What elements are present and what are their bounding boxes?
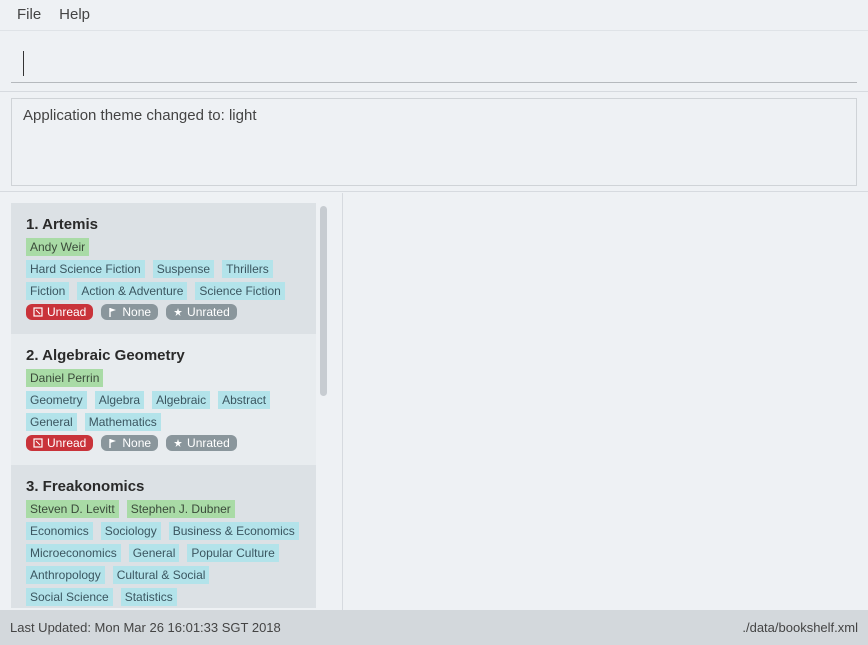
book-list-panel: 1. Artemis Andy Weir Hard Science Fictio… — [0, 193, 343, 610]
book-card[interactable]: 1. Artemis Andy Weir Hard Science Fictio… — [11, 203, 316, 334]
author-badge: Steven D. Levitt — [26, 500, 119, 518]
priority-badge: None — [101, 435, 159, 451]
book-title: 2. Algebraic Geometry — [26, 347, 185, 364]
category-row: Geometry Algebra Algebraic Abstract Gene… — [26, 391, 301, 431]
category-tag: Hard Science Fiction — [26, 260, 145, 278]
category-tag: Fiction — [26, 282, 70, 300]
rating-badge: Unrated — [166, 435, 237, 451]
rating-label: Unrated — [187, 436, 230, 450]
command-input[interactable] — [11, 44, 857, 83]
author-badge: Daniel Perrin — [26, 369, 104, 387]
flag-icon — [109, 439, 117, 448]
star-icon — [174, 308, 183, 316]
flag-icon — [109, 308, 117, 317]
category-tag: Economics — [26, 522, 93, 540]
read-status-label: Unread — [47, 436, 87, 450]
menu-file[interactable]: File — [8, 0, 50, 30]
category-tag: General — [26, 413, 77, 431]
category-tag: Microeconomics — [26, 544, 121, 562]
menu-bar: File Help — [0, 0, 868, 30]
menu-help[interactable]: Help — [50, 0, 99, 30]
last-updated-text: Last Updated: Mon Mar 26 16:01:33 SGT 20… — [10, 620, 281, 635]
result-display: Application theme changed to: light — [0, 92, 868, 192]
status-bar: Last Updated: Mon Mar 26 16:01:33 SGT 20… — [0, 610, 868, 645]
category-tag: Science Fiction — [195, 282, 285, 300]
file-path-text: ./data/bookshelf.xml — [742, 620, 858, 635]
category-row: Economics Sociology Business & Economics… — [26, 522, 301, 606]
category-tag: Algebra — [94, 391, 145, 409]
status-row: Unread None Unrated — [26, 435, 301, 451]
book-detail-panel — [344, 193, 868, 610]
category-tag: Thrillers — [222, 260, 273, 278]
category-tag: Business & Economics — [168, 522, 299, 540]
priority-label: None — [122, 436, 152, 450]
category-tag: Statistics — [120, 588, 177, 606]
category-tag: Mathematics — [84, 413, 161, 431]
book-icon — [33, 307, 43, 317]
category-tag: Cultural & Social — [112, 566, 210, 584]
category-tag: General — [128, 544, 180, 562]
read-status-badge: Unread — [26, 304, 94, 320]
book-title: 1. Artemis — [26, 216, 98, 233]
book-icon — [33, 438, 43, 448]
author-badge: Andy Weir — [26, 238, 90, 256]
category-tag: Algebraic — [152, 391, 211, 409]
author-row: Steven D. Levitt Stephen J. Dubner — [26, 500, 301, 518]
category-tag: Anthropology — [26, 566, 105, 584]
star-icon — [174, 439, 183, 447]
read-status-badge: Unread — [26, 435, 94, 451]
read-status-label: Unread — [47, 305, 87, 319]
rating-label: Unrated — [187, 305, 230, 319]
book-card[interactable]: 3. Freakonomics Steven D. Levitt Stephen… — [11, 465, 316, 608]
book-title: 3. Freakonomics — [26, 478, 145, 495]
result-message: Application theme changed to: light — [11, 98, 857, 186]
author-row: Andy Weir — [26, 238, 301, 256]
rating-badge: Unrated — [166, 304, 237, 320]
category-tag: Popular Culture — [187, 544, 279, 562]
priority-label: None — [122, 305, 152, 319]
category-tag: Social Science — [26, 588, 113, 606]
priority-badge: None — [101, 304, 159, 320]
category-tag: Suspense — [152, 260, 215, 278]
status-row: Unread None Unrated — [26, 304, 301, 320]
list-scrollbar[interactable] — [320, 206, 327, 396]
author-badge: Stephen J. Dubner — [126, 500, 235, 518]
book-list[interactable]: 1. Artemis Andy Weir Hard Science Fictio… — [11, 203, 316, 608]
category-row: Hard Science Fiction Suspense Thrillers … — [26, 260, 301, 300]
author-row: Daniel Perrin — [26, 369, 301, 387]
text-caret — [23, 51, 24, 76]
command-box — [0, 30, 868, 92]
category-tag: Sociology — [100, 522, 161, 540]
category-tag: Geometry — [26, 391, 87, 409]
book-card[interactable]: 2. Algebraic Geometry Daniel Perrin Geom… — [11, 334, 316, 465]
category-tag: Abstract — [218, 391, 271, 409]
category-tag: Action & Adventure — [77, 282, 188, 300]
